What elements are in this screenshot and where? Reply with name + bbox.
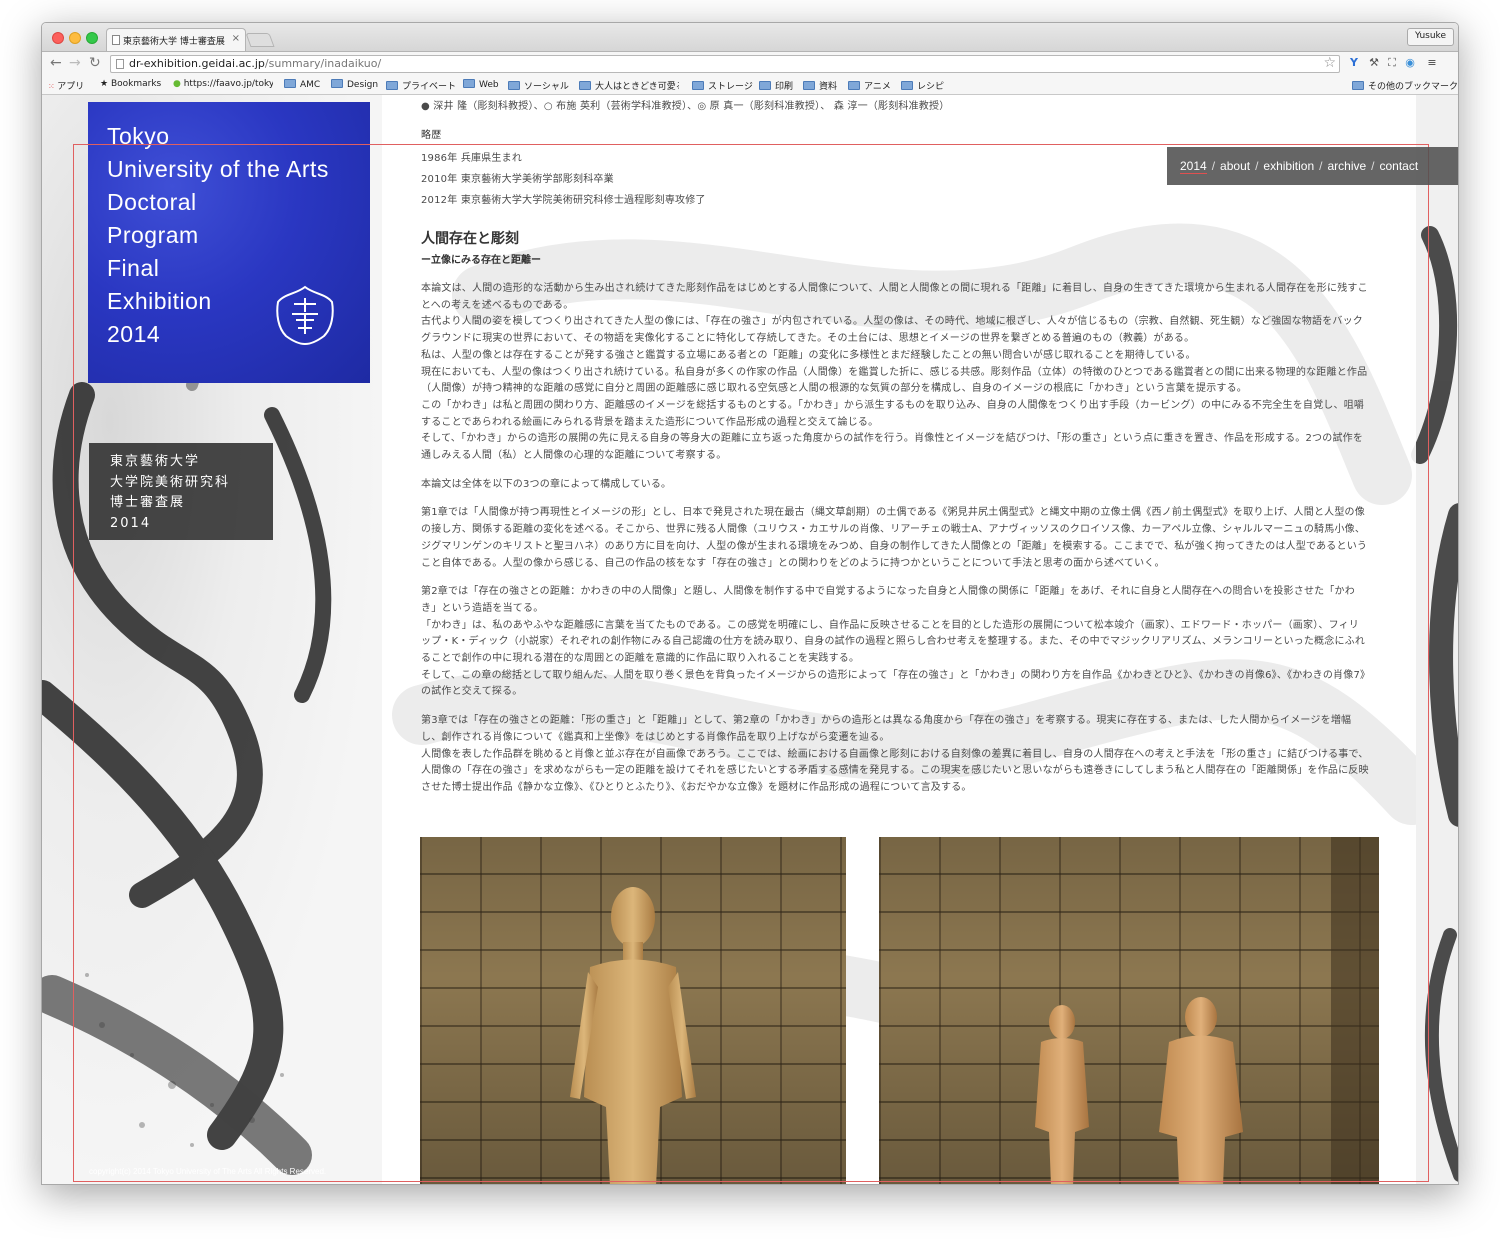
bookmark-star-icon[interactable]: ☆ (1323, 55, 1336, 71)
nav-exhibition[interactable]: exhibition (1263, 159, 1314, 173)
apps-grid-icon: ⁙ (48, 82, 58, 91)
tab-close-icon[interactable]: × (232, 33, 240, 44)
camera-icon[interactable]: ◉ (1403, 56, 1417, 70)
wooden-figure-sculpture (570, 887, 696, 1184)
bookmark-item[interactable]: プライベート (386, 79, 456, 92)
reload-icon[interactable]: ↻ (89, 55, 101, 71)
page-icon (112, 35, 120, 45)
folder-icon (386, 81, 398, 90)
address-bar[interactable]: dr-exhibition.geidai.ac.jp/summary/inada… (110, 55, 1340, 73)
page-icon (116, 59, 124, 69)
bookmark-item[interactable]: 印刷 (759, 79, 793, 92)
abstract-paragraph: 本論文は、人間の造形的な活動から生み出され続けてきた彫刻作品をはじめとする人間像… (421, 283, 1368, 462)
supervisors-line: ● 深井 隆（彫刻科教授）、○ 布施 英利（芸術学科准教授）、◎ 原 真一（彫刻… (421, 101, 950, 112)
nav-2014[interactable]: 2014 (1180, 159, 1207, 174)
other-bookmarks[interactable]: その他のブックマーク (1352, 79, 1458, 92)
profile-button[interactable]: Yusuke (1407, 28, 1454, 46)
title-line: Doctoral (107, 189, 197, 215)
browser-toolbar: ← → ↻ dr-exhibition.geidai.ac.jp/summary… (42, 51, 1458, 75)
bookmark-item[interactable]: レシピ (901, 79, 944, 92)
bookmark-item[interactable]: ⁙ アプリ (48, 79, 84, 92)
folder-icon (1352, 81, 1364, 90)
window-close-button[interactable] (52, 32, 64, 44)
bio-item: 2012年 東京藝術大学大学院美術研究科修士過程彫刻専攻修了 (421, 194, 706, 206)
title-line: Program (107, 222, 199, 248)
extension-y-icon[interactable]: Y (1347, 56, 1361, 70)
bookmark-item[interactable]: ソーシャル (508, 79, 569, 92)
exhibition-title-block[interactable]: Tokyo University of the Arts Doctoral Pr… (88, 102, 370, 383)
bookmark-item[interactable]: ★ Bookmarks (100, 79, 161, 89)
browser-tab[interactable]: 東京藝術大学 博士審査展 × (106, 28, 246, 51)
copyright-footer: copyright(c) 2014 Tokyo University of Th… (89, 1167, 327, 1176)
abstract-paragraph: 本論文は全体を以下の3つの章によって構成している。 (421, 478, 672, 490)
tab-bar: 東京藝術大学 博士審査展 × Yusuke (42, 23, 1458, 51)
folder-icon (508, 81, 520, 90)
bookmark-item[interactable]: Web (463, 79, 499, 90)
geidai-emblem-logo (276, 285, 334, 346)
folder-icon (759, 81, 771, 90)
bookmark-item[interactable]: 大人はときどき可愛る (579, 79, 679, 92)
extension-capture-icon[interactable]: ⛶ (1385, 56, 1399, 70)
title-line: Tokyo (107, 123, 170, 149)
star-icon: ★ (100, 79, 111, 89)
web-page: ● 深井 隆（彫刻科教授）、○ 布施 英利（芸術学科准教授）、◎ 原 真一（彫刻… (42, 95, 1458, 1184)
sculpture-photo-two-figures[interactable] (879, 837, 1379, 1184)
sculpture-photo-standing-figure[interactable] (420, 837, 846, 1184)
folder-icon (579, 81, 591, 90)
japanese-title-block: 東京藝術大学 大学院美術研究科 博士審査展 2014 (89, 443, 273, 540)
bookmarks-bar: ⁙ アプリ ★ Bookmarks ● https://faavo.jp/tok… (42, 75, 1458, 95)
folder-icon (692, 81, 704, 90)
bookmark-item[interactable]: AMC (284, 79, 320, 90)
abstract-paragraph: 第3章では「存在の強さとの距離：「形の重さ」と「距離」」として、第2章の「かわき… (421, 715, 1369, 793)
jp-title-line: 2014 (110, 515, 152, 531)
jp-title-line: 東京藝術大学 (110, 454, 201, 469)
abstract-paragraph: 第1章では「人間像が持つ再現性とイメージの形」とし、日本で発見された現在最古（縄… (421, 507, 1368, 569)
title-line: University of the Arts (107, 156, 329, 182)
folder-icon (901, 81, 913, 90)
nav-about[interactable]: about (1220, 159, 1250, 173)
back-arrow-icon[interactable]: ← (50, 55, 62, 71)
nav-archive[interactable]: archive (1327, 159, 1366, 173)
thesis-subtitle: ー立像にみる存在と距離ー (421, 255, 541, 266)
folder-icon (848, 81, 860, 90)
window-zoom-button[interactable] (86, 32, 98, 44)
menu-icon[interactable]: ≡ (1425, 56, 1439, 70)
nav-contact[interactable]: contact (1380, 159, 1419, 173)
bookmark-item[interactable]: アニメ (848, 79, 891, 92)
bookmark-item[interactable]: 資料 (803, 79, 837, 92)
bio-heading: 略歴 (421, 130, 442, 141)
jp-title-line: 大学院美術研究科 (110, 474, 231, 490)
new-tab-button[interactable] (245, 33, 275, 47)
folder-icon (331, 79, 343, 88)
site-nav: 2014/about / exhibition / archive / contact (1167, 147, 1458, 185)
folder-icon (284, 79, 296, 88)
bookmark-item[interactable]: Design (331, 79, 378, 90)
folder-icon (803, 81, 815, 90)
forward-arrow-icon[interactable]: → (69, 55, 81, 71)
wooden-figures-sculpture (1035, 997, 1243, 1184)
ink-brush-strokes (1411, 226, 1458, 1182)
extension-tool-icon[interactable]: ⚒ (1367, 56, 1381, 70)
url-host: dr-exhibition.geidai.ac.jp (129, 57, 265, 70)
jp-title-line: 博士審査展 (110, 495, 186, 510)
article-content: ● 深井 隆（彫刻科教授）、○ 布施 英利（芸術学科准教授）、◎ 原 真一（彫刻… (382, 95, 1416, 1184)
thesis-title: 人間存在と彫刻 (421, 231, 519, 247)
abstract-paragraph: 第2章では「存在の強さとの距離：かわきの中の人間像」と題し、人間像を制作する中で… (421, 586, 1366, 698)
tab-title: 東京藝術大学 博士審査展 (123, 37, 225, 47)
title-line: Final (107, 255, 160, 281)
faavo-icon: ● (173, 79, 184, 89)
url-path: /summary/inadaikuo/ (264, 57, 382, 70)
folder-icon (463, 79, 475, 88)
window-minimize-button[interactable] (69, 32, 81, 44)
ink-brush-artwork-right (1410, 95, 1458, 1184)
bookmark-item[interactable]: ストレージ (692, 79, 753, 92)
thesis-abstract: 本論文は、人間の造形的な活動から生み出され続けてきた彫刻作品をはじめとする人間像… (421, 281, 1369, 809)
browser-window: 東京藝術大学 博士審査展 × Yusuke ← → ↻ dr-exhibitio… (41, 22, 1459, 1185)
bookmark-item[interactable]: ● https://faavo.jp/toky (173, 79, 273, 89)
